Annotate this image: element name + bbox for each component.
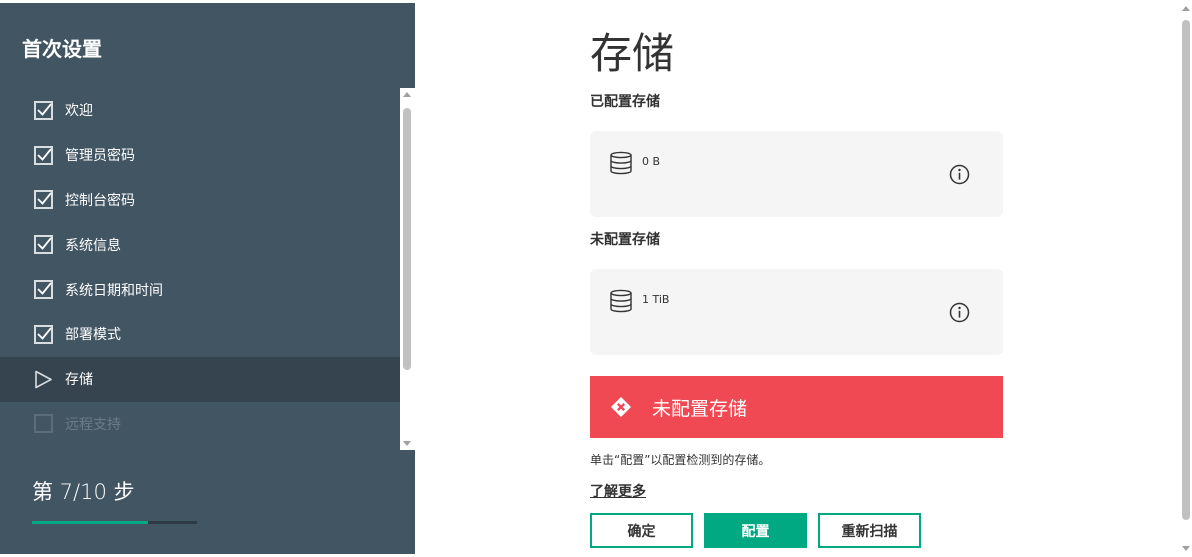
unconfigured-alert: 未配置存储 xyxy=(590,376,1003,438)
configured-storage-card: 0 B xyxy=(590,131,1003,217)
step-label: 存储 xyxy=(65,372,93,389)
checkbox-checked-icon xyxy=(34,145,53,165)
learn-more-link[interactable]: 了解更多 xyxy=(590,481,646,501)
step-welcome[interactable]: 欢迎 xyxy=(0,88,400,133)
critical-diamond-icon xyxy=(611,397,631,417)
main-scrollbar[interactable] xyxy=(1180,0,1192,557)
checkbox-checked-icon xyxy=(34,190,53,210)
step-label: 系统信息 xyxy=(65,237,121,254)
step-label: 远程支持 xyxy=(65,416,121,433)
ok-button[interactable]: 确定 xyxy=(590,513,693,548)
checkbox-checked-icon xyxy=(34,235,53,255)
progress-bar xyxy=(32,521,197,524)
configure-button[interactable]: 配置 xyxy=(704,513,807,548)
step-storage[interactable]: 存储 xyxy=(0,356,400,402)
database-icon xyxy=(610,289,632,313)
step-system-info[interactable]: 系统信息 xyxy=(0,222,400,267)
checkbox-checked-icon xyxy=(34,280,53,300)
info-circle-icon[interactable] xyxy=(949,302,970,323)
step-console-password[interactable]: 控制台密码 xyxy=(0,178,400,223)
database-icon xyxy=(610,151,632,175)
steps-list: 欢迎 管理员密码 控制台密码 系统信息 系统日期和时间 部署模式 存储 远程支持 xyxy=(0,88,400,450)
step-label: 欢迎 xyxy=(65,103,93,120)
configured-storage-value: 0 B xyxy=(642,155,661,168)
scroll-up-icon[interactable] xyxy=(403,92,411,97)
step-remote-support: 远程支持 xyxy=(0,402,400,447)
step-label: 控制台密码 xyxy=(65,192,135,209)
rescan-button[interactable]: 重新扫描 xyxy=(818,513,921,548)
step-counter: 第 7/10 步 xyxy=(32,480,135,504)
steps-scrollbar[interactable] xyxy=(400,88,415,450)
unconfigured-storage-value: 1 TiB xyxy=(642,293,670,306)
scroll-up-icon[interactable] xyxy=(1182,6,1190,11)
step-label: 系统日期和时间 xyxy=(65,282,163,299)
setup-sidebar: 首次设置 欢迎 管理员密码 控制台密码 系统信息 系统日期和时间 部署模式 存储… xyxy=(0,0,415,557)
step-label: 部署模式 xyxy=(65,327,121,344)
checkbox-checked-icon xyxy=(34,324,53,344)
main-content: 存储 已配置存储 0 B 未配置存储 1 TiB 未配置存储 单击“配置”以配置… xyxy=(415,0,1180,557)
unconfigured-storage-card: 1 TiB xyxy=(590,269,1003,355)
step-deployment-mode[interactable]: 部署模式 xyxy=(0,312,400,357)
sidebar-title: 首次设置 xyxy=(22,37,102,61)
scroll-down-icon[interactable] xyxy=(1182,546,1190,551)
scroll-down-icon[interactable] xyxy=(403,441,411,446)
scroll-thumb[interactable] xyxy=(403,108,411,370)
scroll-thumb[interactable] xyxy=(1182,20,1190,520)
checkbox-checked-icon xyxy=(34,100,53,120)
info-circle-icon[interactable] xyxy=(949,164,970,185)
hint-text: 单击“配置”以配置检测到的存储。 xyxy=(590,453,771,467)
triangle-play-icon xyxy=(35,370,52,388)
progress-fill xyxy=(32,521,148,524)
alert-text: 未配置存储 xyxy=(652,397,748,420)
step-date-time[interactable]: 系统日期和时间 xyxy=(0,267,400,312)
unconfigured-storage-label: 未配置存储 xyxy=(590,232,660,248)
configured-storage-label: 已配置存储 xyxy=(590,94,660,110)
checkbox-empty-icon xyxy=(34,414,53,434)
page-title: 存储 xyxy=(590,29,675,78)
step-admin-password[interactable]: 管理员密码 xyxy=(0,133,400,178)
step-label: 管理员密码 xyxy=(65,148,135,165)
